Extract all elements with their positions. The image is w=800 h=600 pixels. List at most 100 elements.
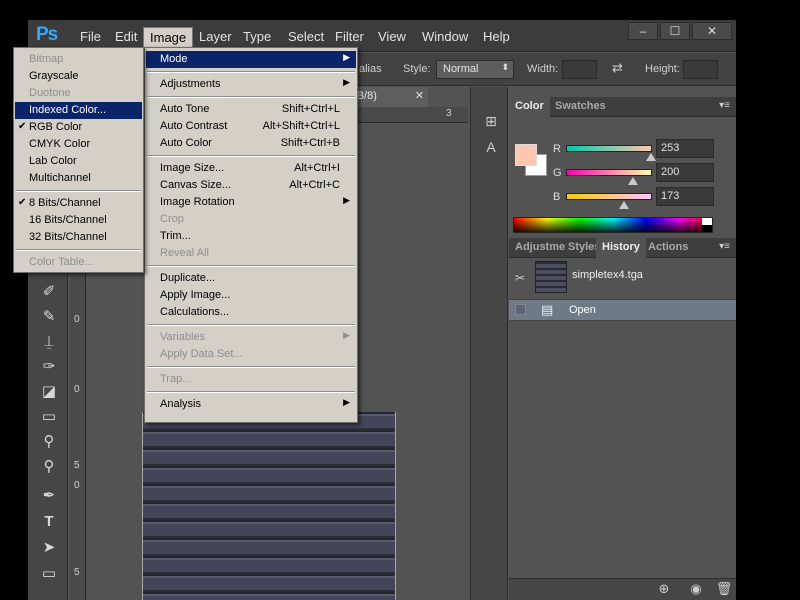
- menu-file[interactable]: File: [74, 27, 107, 47]
- menu-image[interactable]: Image: [143, 27, 194, 47]
- menu-item-label: CMYK Color: [29, 138, 91, 150]
- channel-value-input[interactable]: 253: [656, 139, 714, 158]
- channel-slider-track[interactable]: [566, 169, 652, 176]
- menu-item-image-size[interactable]: Image Size... Alt+Ctrl+I: [146, 160, 356, 177]
- type-tool-icon[interactable]: T: [36, 511, 62, 533]
- healing-brush-icon[interactable]: ✐: [36, 281, 62, 303]
- menu-item-label: Grayscale: [29, 70, 79, 82]
- channel-slider-thumb[interactable]: [646, 153, 657, 161]
- clone-stamp-icon[interactable]: ⍊: [36, 331, 62, 353]
- color-spectrum-bar[interactable]: [513, 217, 713, 233]
- channel-slider-track[interactable]: [566, 145, 652, 152]
- black-white-swatch[interactable]: [702, 218, 712, 232]
- width-label: Width:: [527, 63, 559, 75]
- menu-item-apply-image[interactable]: Apply Image...: [146, 287, 356, 304]
- width-input[interactable]: [562, 60, 597, 79]
- menu-item-adjustments[interactable]: Adjustments ▶: [146, 76, 356, 93]
- brush-tool-icon[interactable]: ✎: [36, 306, 62, 328]
- menu-item-lab-color[interactable]: Lab Color: [15, 153, 142, 170]
- menu-item-auto-color[interactable]: Auto Color Shift+Ctrl+B: [146, 135, 356, 152]
- menu-item-8-bits-channel[interactable]: 8 Bits/Channel ✔: [15, 195, 142, 212]
- style-select-value: Normal: [443, 63, 479, 75]
- menu-select[interactable]: Select: [282, 27, 330, 47]
- style-select[interactable]: Normal ⬍: [436, 60, 514, 79]
- menu-item-label: Bitmap: [29, 53, 64, 65]
- menu-window[interactable]: Window: [416, 27, 474, 47]
- camera-icon[interactable]: ◉: [687, 581, 705, 597]
- channel-slider-thumb[interactable]: [628, 177, 639, 185]
- dodge-tool-icon[interactable]: ⚲: [36, 456, 62, 478]
- menu-item-shortcut: Alt+Ctrl+C: [289, 179, 340, 191]
- history-panel-footer: ⊕ ◉ 🗑: [509, 578, 736, 600]
- menu-item-cmyk-color[interactable]: CMYK Color: [15, 136, 142, 153]
- menu-item-trim[interactable]: Trim...: [146, 228, 356, 245]
- menu-item-bitmap: Bitmap: [15, 51, 142, 68]
- foreground-color-swatch[interactable]: [515, 144, 537, 166]
- history-snapshot-row[interactable]: ✂ simpletex4.tga: [509, 259, 736, 297]
- menu-separator: [147, 71, 355, 73]
- close-window-button[interactable]: ✕: [692, 22, 732, 40]
- blur-tool-icon[interactable]: ⚲: [36, 431, 62, 453]
- menu-item-auto-contrast[interactable]: Auto Contrast Alt+Shift+Ctrl+L: [146, 118, 356, 135]
- menu-item-label: 32 Bits/Channel: [29, 231, 107, 243]
- history-brush-source-checkbox[interactable]: [515, 304, 526, 315]
- tab-actions[interactable]: Actions: [642, 238, 694, 258]
- menu-edit[interactable]: Edit: [109, 27, 143, 47]
- tab-history[interactable]: History: [596, 238, 646, 258]
- history-state-row[interactable]: ▤ Open: [509, 299, 736, 321]
- menu-item-multichannel[interactable]: Multichannel: [15, 170, 142, 187]
- menu-item-shortcut: Alt+Shift+Ctrl+L: [262, 120, 340, 132]
- minimize-button[interactable]: –: [628, 22, 658, 40]
- channel-value-input[interactable]: 173: [656, 187, 714, 206]
- rectangle-tool-icon[interactable]: ▭: [36, 563, 62, 585]
- character-panel-icon[interactable]: A: [481, 139, 501, 159]
- menu-item-indexed-color[interactable]: Indexed Color...: [15, 102, 142, 119]
- menu-type[interactable]: Type: [237, 27, 277, 47]
- menu-item-image-rotation[interactable]: Image Rotation ▶: [146, 194, 356, 211]
- menu-item-grayscale[interactable]: Grayscale: [15, 68, 142, 85]
- menu-item-duotone: Duotone: [15, 85, 142, 102]
- path-selection-icon[interactable]: ➤: [36, 537, 62, 559]
- menu-item-calculations[interactable]: Calculations...: [146, 304, 356, 321]
- gradient-tool-icon[interactable]: ▭: [36, 406, 62, 428]
- channel-slider-track[interactable]: [566, 193, 652, 200]
- menu-item-label: Analysis: [160, 398, 201, 410]
- channel-value-input[interactable]: 200: [656, 163, 714, 182]
- menu-filter[interactable]: Filter: [329, 27, 370, 47]
- document-canvas[interactable]: [142, 412, 396, 600]
- menu-item-16-bits-channel[interactable]: 16 Bits/Channel: [15, 212, 142, 229]
- panel-menu-icon[interactable]: ▾≡: [719, 241, 730, 252]
- menu-item-analysis[interactable]: Analysis ▶: [146, 396, 356, 413]
- menu-item-rgb-color[interactable]: RGB Color ✔: [15, 119, 142, 136]
- menu-item-mode[interactable]: Mode ▶: [146, 51, 356, 68]
- panel-menu-icon[interactable]: ▾≡: [719, 100, 730, 111]
- history-brush-icon[interactable]: ✑: [36, 356, 62, 378]
- maximize-button[interactable]: ☐: [660, 22, 690, 40]
- channel-slider-thumb[interactable]: [619, 201, 630, 209]
- menu-layer[interactable]: Layer: [193, 27, 238, 47]
- pen-tool-icon[interactable]: ✒: [36, 485, 62, 507]
- menu-help[interactable]: Help: [477, 27, 516, 47]
- photoshop-logo: Ps: [36, 24, 58, 45]
- trash-icon[interactable]: 🗑: [715, 581, 733, 597]
- menu-item-auto-tone[interactable]: Auto Tone Shift+Ctrl+L: [146, 101, 356, 118]
- snapshot-source-icon: ✂: [515, 271, 526, 285]
- menu-view[interactable]: View: [372, 27, 412, 47]
- menu-item-32-bits-channel[interactable]: 32 Bits/Channel: [15, 229, 142, 246]
- layer-comps-icon[interactable]: ⊞: [481, 113, 501, 133]
- menu-item-label: Multichannel: [29, 172, 91, 184]
- submenu-arrow-icon: ▶: [343, 195, 350, 205]
- swap-arrows-icon[interactable]: ⇄: [612, 60, 623, 76]
- new-document-icon[interactable]: ⊕: [655, 581, 673, 597]
- mode-submenu: Bitmap Grayscale Duotone Indexed Color... RG…: [13, 47, 144, 273]
- tab-color[interactable]: Color: [509, 97, 550, 117]
- color-panel-tabs: Color Swatches ▾≡: [509, 97, 736, 117]
- close-icon[interactable]: ✕: [415, 89, 424, 102]
- menu-item-canvas-size[interactable]: Canvas Size... Alt+Ctrl+C: [146, 177, 356, 194]
- menu-item-label: Trim...: [160, 230, 191, 242]
- menu-item-duplicate[interactable]: Duplicate...: [146, 270, 356, 287]
- eraser-tool-icon[interactable]: ◪: [36, 381, 62, 403]
- tab-swatches[interactable]: Swatches: [549, 97, 612, 117]
- checkmark-icon: ✔: [18, 121, 27, 132]
- height-input[interactable]: [683, 60, 718, 79]
